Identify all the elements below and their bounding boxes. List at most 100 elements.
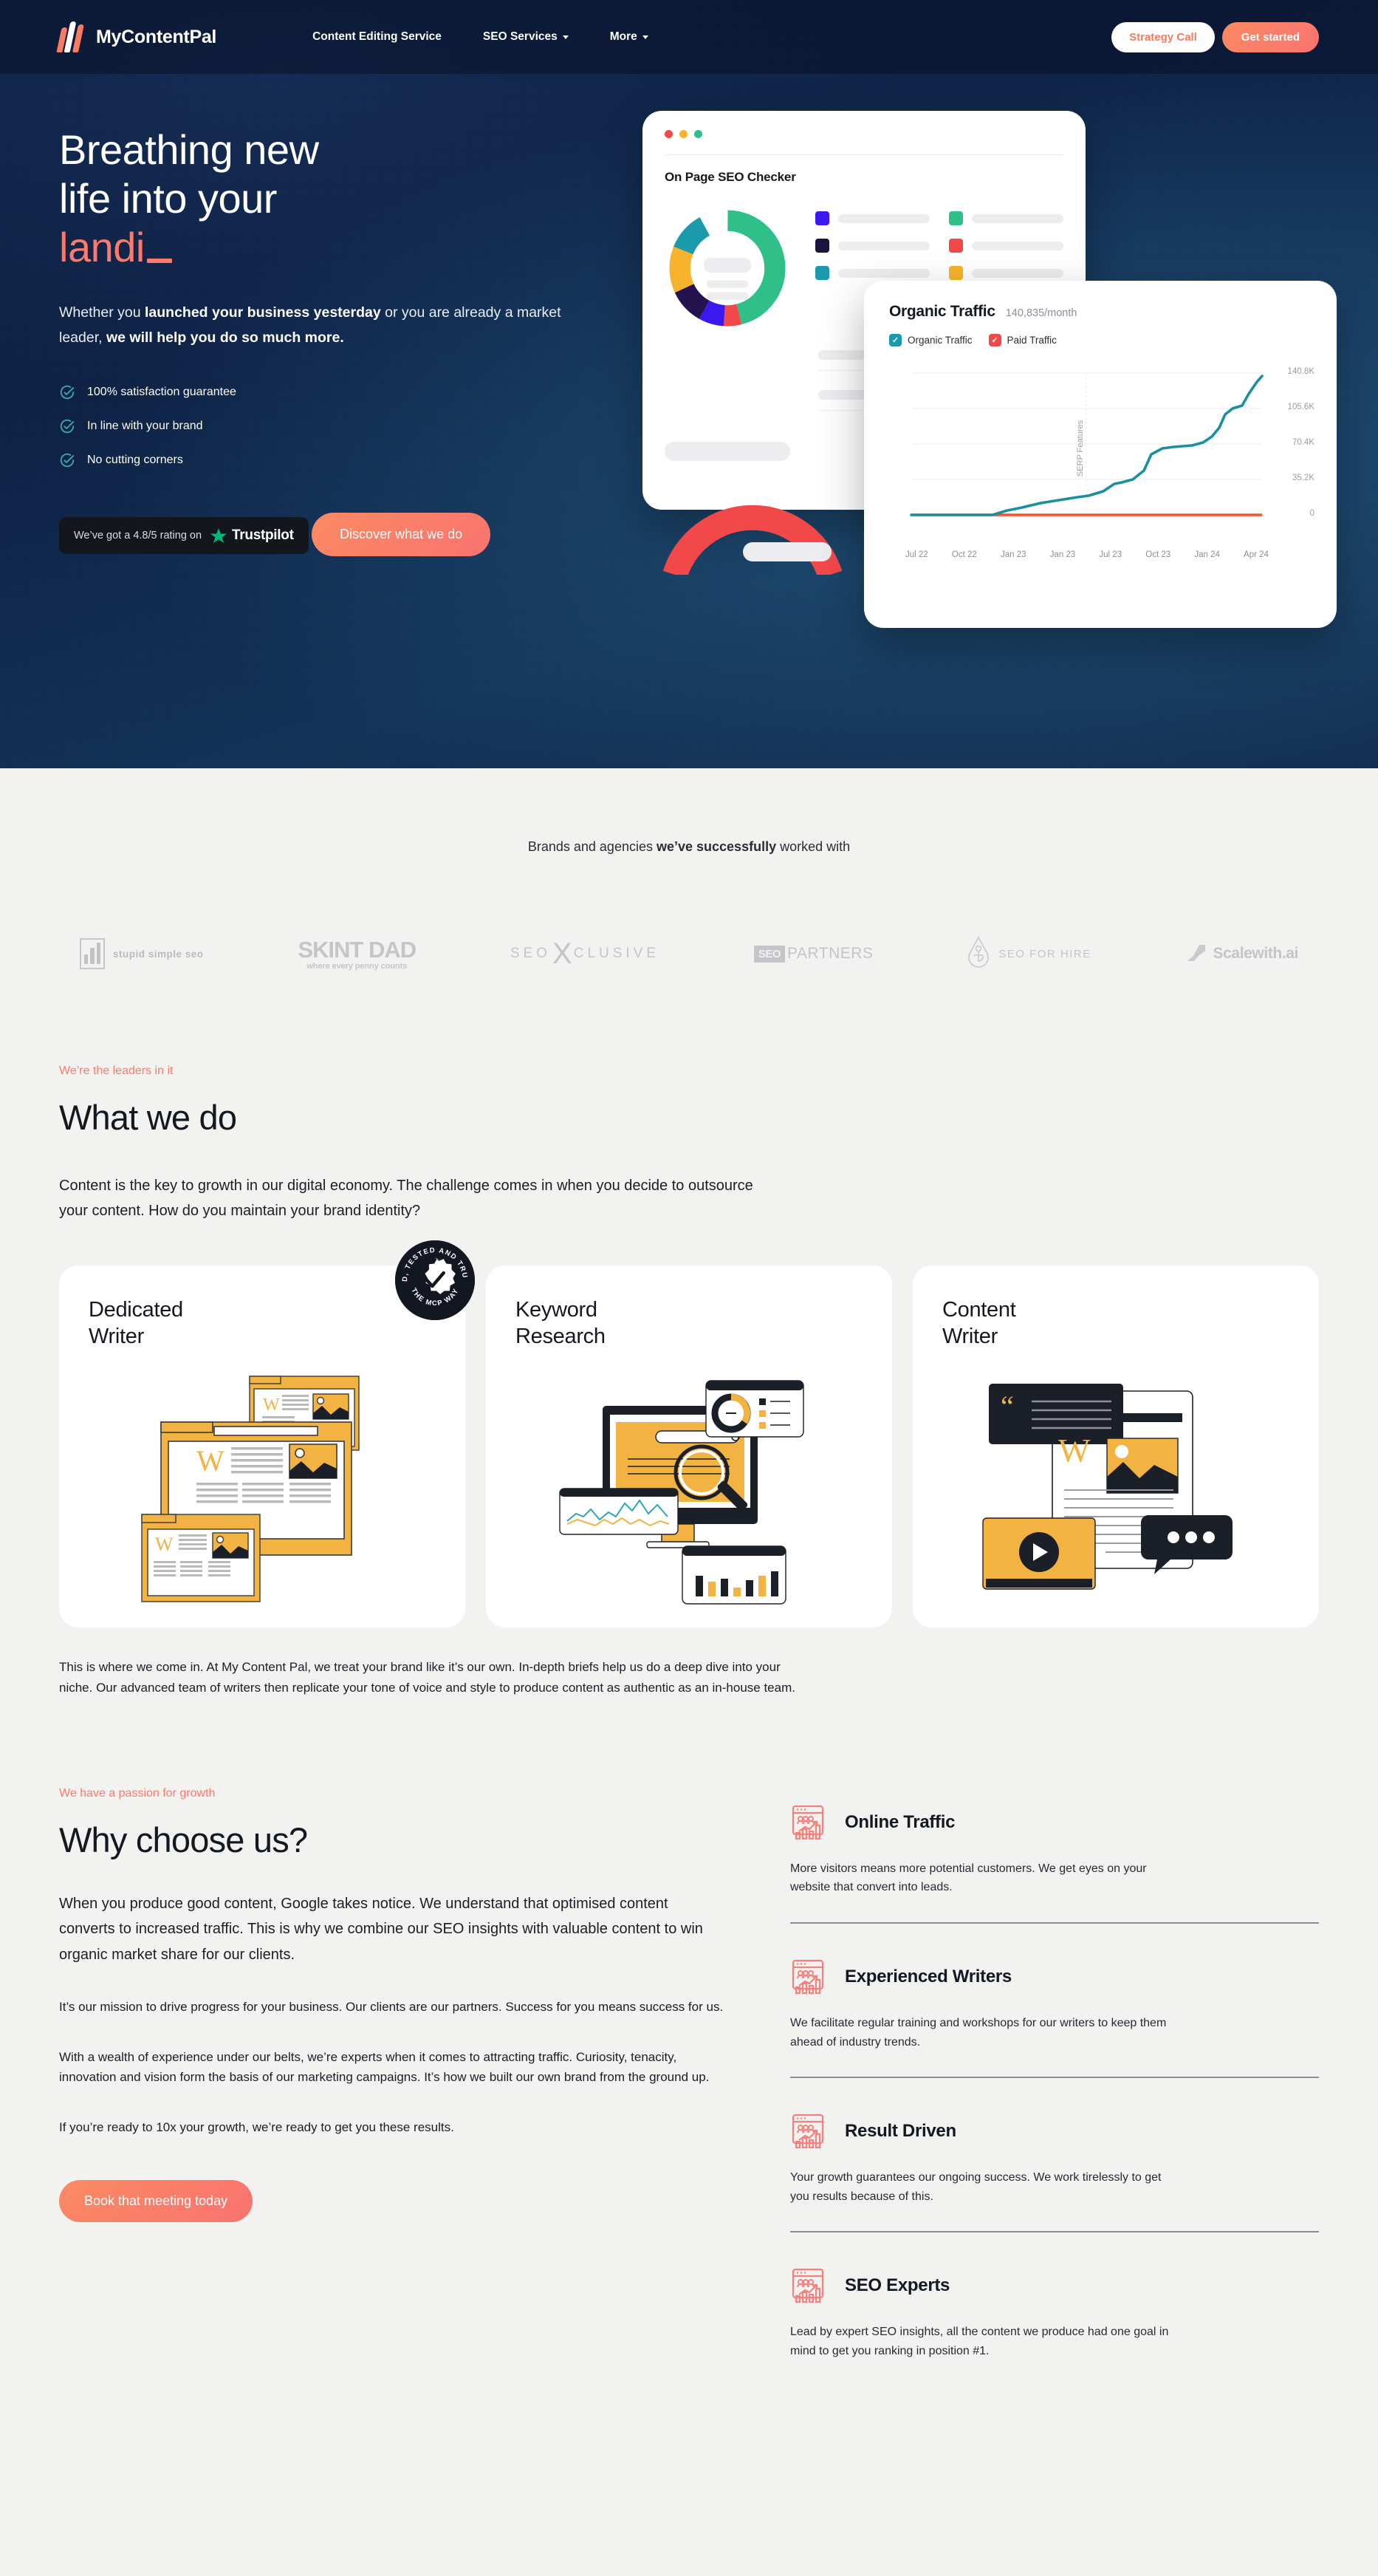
organic-traffic-mock-card: Organic Traffic 140,835/month ✓ Organic … — [864, 281, 1337, 628]
brand-logo[interactable]: MyContentPal — [56, 21, 217, 52]
typing-cursor-icon — [146, 259, 172, 264]
hero-title-accent: landi — [59, 224, 145, 271]
donut-chart — [669, 210, 786, 327]
what-we-do-section: We’re the leaders in it What we do Conte… — [0, 1065, 1378, 1698]
y-tick: 35.2K — [1292, 474, 1314, 482]
placeholder-pill — [665, 442, 790, 461]
checklist-label: 100% satisfaction guarantee — [87, 386, 236, 399]
feature-body: Lead by expert SEO insights, all the con… — [790, 2326, 1169, 2358]
get-started-button[interactable]: Get started — [1221, 21, 1319, 52]
checklist-item: 100% satisfaction guarantee — [59, 384, 635, 400]
x-tick: Jan 24 — [1194, 550, 1220, 559]
why-features-list: Online Traffic More visitors means more … — [790, 1787, 1319, 2386]
logo-seoxclusive: SEO X CLUSIVE — [510, 937, 659, 971]
legend-item — [815, 239, 930, 253]
legend-item — [949, 266, 1063, 280]
feature-body: More visitors means more potential custo… — [790, 1862, 1147, 1894]
feature-experienced-writers: Experienced Writers We facilitate regula… — [790, 1922, 1319, 2077]
card-title-line1: Content — [942, 1297, 1016, 1322]
brand-name: MyContentPal — [96, 26, 217, 47]
star-icon — [210, 527, 227, 543]
x-tick: Oct 22 — [951, 550, 977, 559]
svg-text:W: W — [1058, 1432, 1091, 1469]
organic-traffic-title: Organic Traffic — [889, 303, 995, 320]
logo-seo-for-hire: SEO FOR HIRE — [967, 936, 1091, 971]
brands-title: Brands and agencies we’ve successfully w… — [59, 839, 1319, 855]
nav-actions: Strategy Call Get started — [1111, 21, 1319, 52]
legend-item — [949, 239, 1063, 253]
why-paragraph-3: With a wealth of experience under our be… — [59, 2049, 710, 2085]
x-tick: Apr 24 — [1244, 550, 1269, 559]
feature-result-driven: Result Driven Your growth guarantees our… — [790, 2077, 1319, 2231]
logo-label: SEO FOR HIRE — [998, 947, 1091, 960]
logo-label-suffix: PARTNERS — [787, 945, 874, 962]
y-tick: 105.6K — [1287, 403, 1314, 411]
svg-text:W: W — [263, 1395, 280, 1415]
monitor-search-illustration — [486, 1363, 892, 1614]
why-choose-us-section: We have a passion for growth Why choose … — [0, 1787, 1378, 2386]
chevron-down-icon — [642, 35, 648, 39]
legend-organic-traffic[interactable]: ✓ Organic Traffic — [889, 334, 973, 346]
nav-item-content-editing-service[interactable]: Content Editing Service — [312, 30, 442, 44]
card-title-line2: Writer — [89, 1325, 144, 1349]
service-card-keyword-research[interactable]: Keyword Research — [486, 1265, 892, 1627]
nav-item-seo-services[interactable]: SEO Services — [483, 30, 569, 44]
hero-title-line2: life into your — [59, 175, 277, 222]
check-circle-icon — [60, 420, 75, 434]
traffic-legend: ✓ Organic Traffic ✓ Paid Traffic — [889, 334, 1312, 346]
brand-logos: stupid simple seo SKINT DAD where every … — [59, 936, 1319, 971]
card-title-line2: Writer — [942, 1325, 998, 1349]
y-tick: 140.8K — [1287, 367, 1314, 376]
hero-sub-part1: Whether you — [59, 304, 145, 321]
anchor-person-icon — [968, 936, 990, 968]
x-axis-ticks: Jul 22 Oct 22 Jan 23 Jan 23 Jul 23 Oct 2… — [889, 544, 1312, 559]
logo-label-prefix: SEO — [510, 946, 552, 961]
service-card-title: Content Writer — [942, 1296, 1289, 1350]
feature-title: Experienced Writers — [845, 1967, 1012, 1987]
logo-mark-icon — [56, 21, 86, 52]
logo-tagline: where every penny counts — [306, 962, 408, 971]
brands-title-part1: Brands and agencies — [527, 839, 657, 854]
discover-what-we-do-button[interactable]: Discover what we do — [312, 513, 491, 557]
traffic-analytics-icon — [792, 1805, 824, 1839]
trustpilot-rating-text: We’ve got a 4.8/5 rating on — [74, 530, 202, 542]
hero-illustration: On Page SEO Checker Organic Traffic 140,… — [635, 103, 1337, 665]
logo-stupid-simple-seo: stupid simple seo — [80, 938, 204, 969]
trustpilot-badge[interactable]: We’ve got a 4.8/5 rating on Trustpilot — [59, 517, 309, 555]
x-tick: Jul 23 — [1099, 550, 1122, 559]
feature-title: Online Traffic — [845, 1811, 956, 1832]
checklist-label: In line with your brand — [87, 420, 203, 433]
why-paragraph-2: It’s our mission to drive progress for y… — [59, 2000, 724, 2015]
check-circle-icon — [60, 454, 75, 468]
book-meeting-button[interactable]: Book that meeting today — [59, 2180, 253, 2223]
hero-subtitle: Whether you launched your business yeste… — [59, 300, 569, 350]
feature-online-traffic: Online Traffic More visitors means more … — [790, 1803, 1319, 1922]
logo-skint-dad: SKINT DAD where every penny counts — [298, 937, 417, 971]
legend-item — [815, 266, 930, 280]
nav-item-more[interactable]: More — [610, 30, 648, 44]
traffic-analytics-icon — [792, 2269, 824, 2303]
brands-section: Brands and agencies we’ve successfully w… — [0, 768, 1378, 971]
tried-tested-trusted-badge: · TRIED, TESTED AND TRUSTED · THE MCP WA… — [392, 1234, 475, 1320]
x-tick: Jul 22 — [905, 550, 928, 559]
nav-links: Content Editing Service SEO Services Mor… — [312, 30, 648, 44]
logo-label-suffix: CLUSIVE — [573, 946, 660, 961]
strategy-call-button[interactable]: Strategy Call — [1111, 21, 1215, 52]
legend-label: Paid Traffic — [1007, 335, 1057, 346]
logo-label-prefix: SEO — [753, 945, 786, 963]
organic-traffic-value: 140,835/month — [1005, 307, 1077, 319]
legend-item — [949, 211, 1063, 225]
feature-body: We facilitate regular training and works… — [790, 2017, 1167, 2049]
service-card-content-writer[interactable]: Content Writer “ W — [913, 1265, 1319, 1627]
traffic-analytics-icon — [792, 1959, 824, 1995]
traffic-line-chart: SERP Features 140.8K 105.6K 70.4K 35.2K … — [889, 360, 1314, 544]
x-mark-icon: X — [552, 937, 572, 970]
chevron-down-icon — [562, 35, 569, 39]
checklist-item: No cutting corners — [59, 452, 635, 468]
brands-title-part3: worked with — [776, 839, 851, 854]
hero-copy: Breathing new life into your landi Wheth… — [59, 103, 635, 665]
why-eyebrow: We have a passion for growth — [59, 1786, 216, 1800]
legend-paid-traffic[interactable]: ✓ Paid Traffic — [988, 334, 1057, 346]
gauge-chart — [662, 505, 843, 579]
traffic-analytics-icon — [792, 2114, 824, 2149]
